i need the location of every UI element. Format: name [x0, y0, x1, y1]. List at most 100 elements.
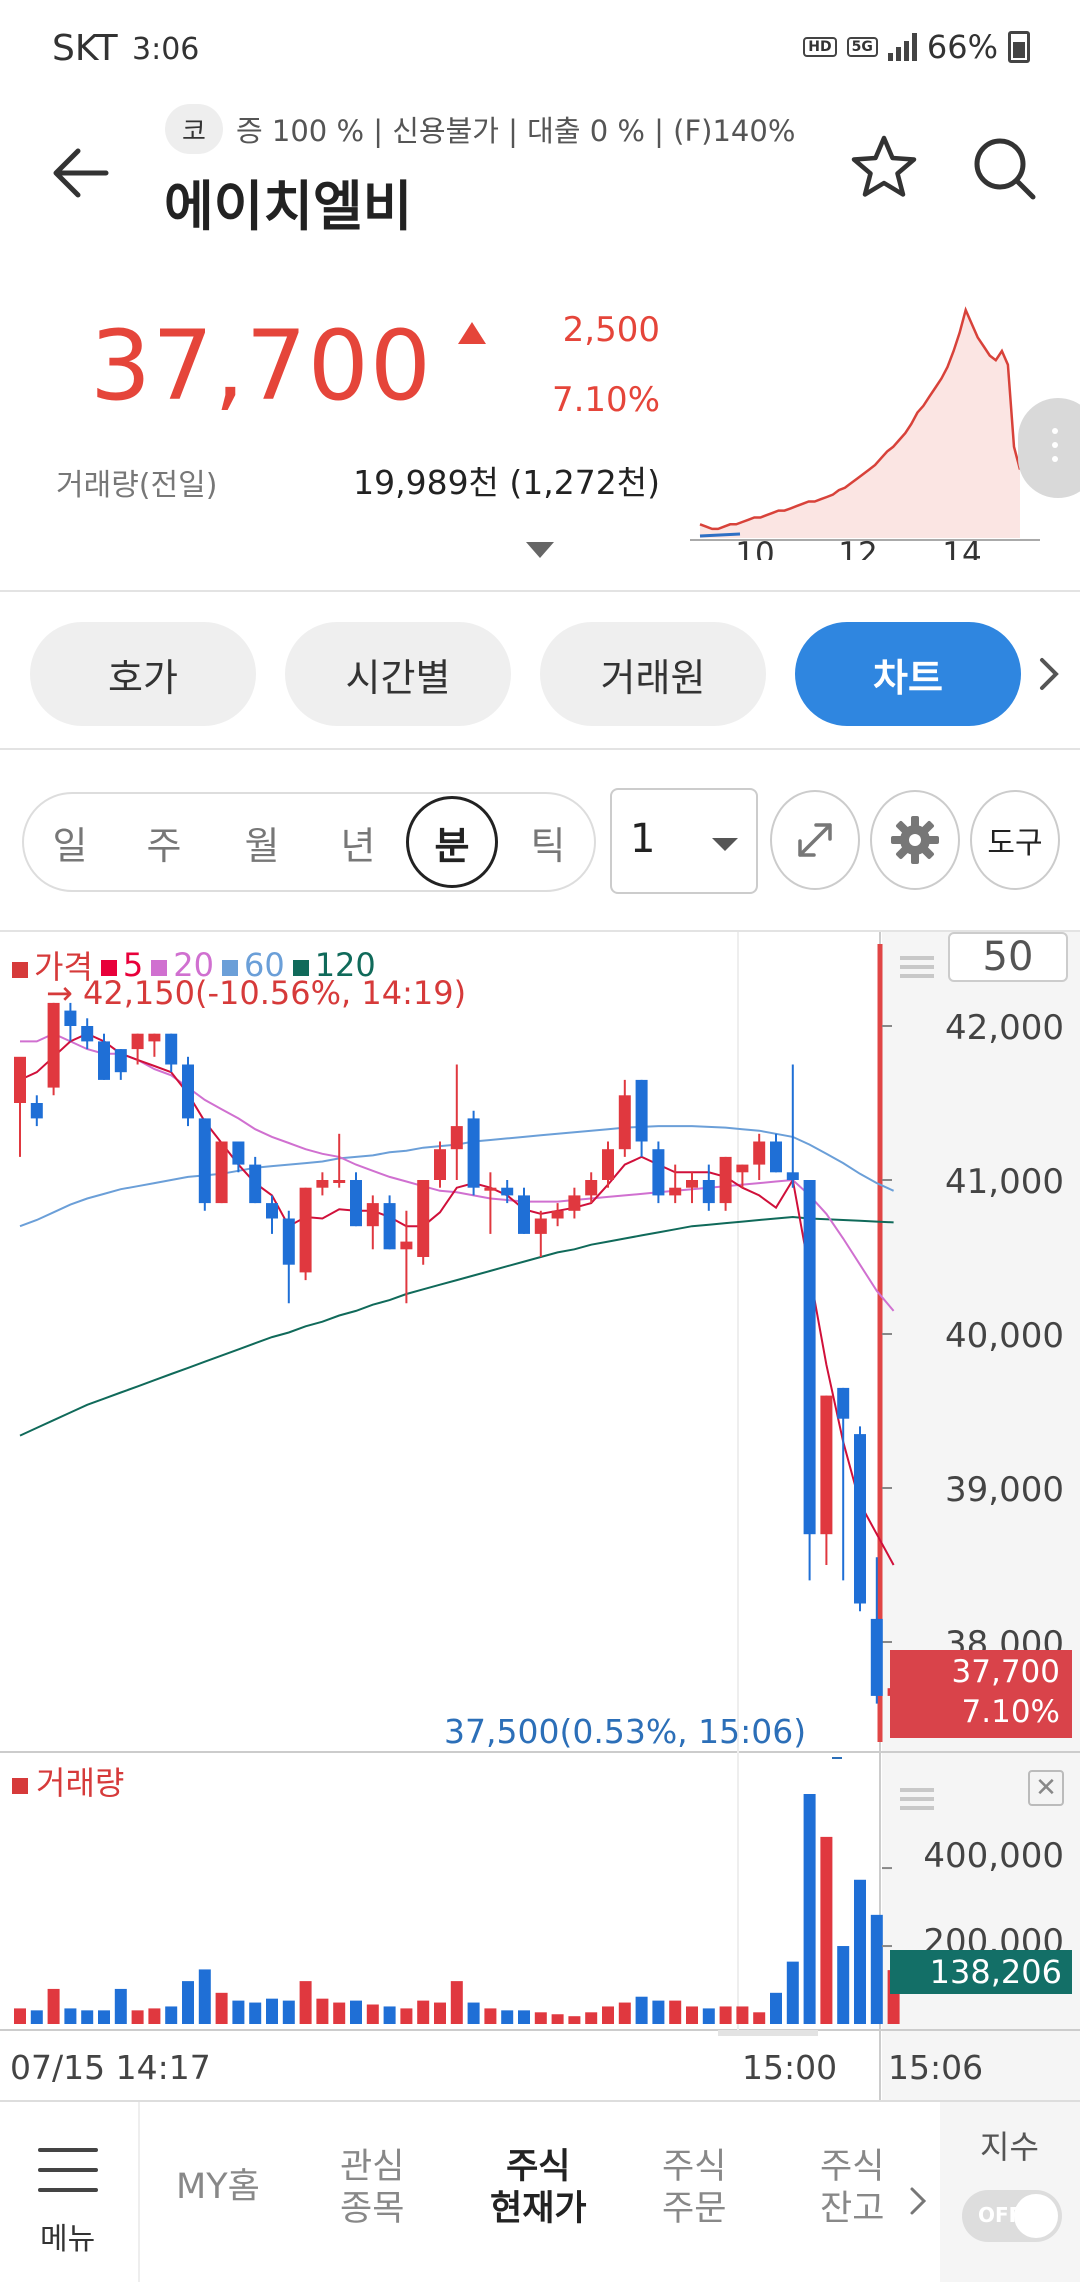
- star-icon[interactable]: [848, 132, 920, 204]
- chevron-right-icon[interactable]: [1034, 654, 1064, 694]
- candle-body: [753, 1141, 766, 1165]
- candle-body: [30, 1103, 43, 1119]
- candle-body: [870, 1618, 883, 1696]
- search-icon[interactable]: [968, 132, 1040, 204]
- candlestick-chart[interactable]: 가격 5 20 60 120 → 42,150(-10.56%, 14:19) …: [0, 932, 1080, 2100]
- candle-body: [820, 1395, 833, 1535]
- candle-body: [551, 1210, 564, 1219]
- sparkline-x-label: 12: [838, 536, 877, 560]
- candle-body: [333, 1180, 346, 1183]
- volume-bar: [719, 2006, 732, 2024]
- volume-bar: [14, 2008, 26, 2024]
- price-sparkline[interactable]: 10 12 14: [690, 300, 1040, 560]
- volume-bar: [282, 2000, 295, 2024]
- menu-label[interactable]: 메뉴: [40, 2214, 95, 2258]
- volume-bar: [450, 1981, 463, 2024]
- low-price-note: 37,500(0.53%, 15:06): [444, 1712, 807, 1751]
- volume-bar: [165, 2006, 178, 2024]
- nav-watchlist[interactable]: 관심 종목: [340, 2146, 404, 2230]
- candle-body: [518, 1195, 530, 1234]
- period-minute[interactable]: 분: [406, 796, 498, 888]
- tab-orderbook[interactable]: 호가: [30, 622, 256, 726]
- sparkline-x-label: 10: [735, 536, 774, 560]
- hd-voice-icon: HD: [803, 37, 837, 57]
- candle-body: [719, 1156, 732, 1204]
- candle-body: [585, 1180, 598, 1196]
- tools-button[interactable]: 도구: [970, 790, 1060, 890]
- index-toggle[interactable]: OFF: [962, 2190, 1062, 2242]
- interval-dropdown[interactable]: 1: [610, 788, 758, 894]
- toggle-knob: [1014, 2194, 1058, 2238]
- volume-legend[interactable]: 거래량: [12, 1758, 124, 1804]
- volume-bar: [602, 2006, 614, 2024]
- volume-bar: [635, 1996, 648, 2024]
- x-label-mid: 15:00: [742, 2048, 838, 2087]
- period-week[interactable]: 주: [118, 796, 210, 888]
- back-arrow-icon[interactable]: [48, 138, 118, 208]
- y-tick-label: 39,000: [945, 1470, 1064, 1510]
- chevron-right-icon[interactable]: [906, 2184, 930, 2218]
- battery-icon: [1008, 31, 1030, 63]
- period-month[interactable]: 월: [216, 796, 308, 888]
- stock-margin-info: 증 100 % | 신용불가 | 대출 0 % | (F)140%: [236, 114, 796, 148]
- candle-body: [534, 1218, 547, 1234]
- volume-bar: [484, 2008, 497, 2024]
- candle-body: [568, 1195, 581, 1211]
- candle-body: [450, 1126, 463, 1150]
- y-tick-label: 42,000: [945, 1008, 1064, 1048]
- volume-bar: [198, 1969, 211, 2024]
- sparkline-prev-segment: [699, 532, 741, 538]
- candle-body: [686, 1180, 698, 1188]
- period-tick[interactable]: 틱: [502, 796, 594, 888]
- expand-caret-icon[interactable]: [526, 542, 554, 558]
- nav-my-home[interactable]: MY홈: [176, 2166, 260, 2208]
- sparkline-x-label: 14: [942, 536, 981, 560]
- volume-bar: [870, 1914, 883, 2024]
- candle-body: [14, 1056, 26, 1103]
- volume-bar: [770, 1992, 782, 2024]
- volume-bar: [786, 1961, 799, 2024]
- index-label: 지수: [980, 2128, 1039, 2166]
- x-label-start: 07/15 14:17: [10, 2048, 211, 2087]
- candle-body: [165, 1033, 178, 1065]
- volume-bar: [417, 2000, 430, 2024]
- volume-bar: [131, 2010, 144, 2024]
- tools-label: 도구: [987, 826, 1043, 861]
- nav-current-price[interactable]: 주식 현재가: [490, 2146, 587, 2230]
- nav-balance[interactable]: 주식 잔고: [820, 2146, 884, 2230]
- candle-body: [383, 1203, 396, 1250]
- zoom-count[interactable]: 50: [948, 932, 1068, 982]
- period-day[interactable]: 일: [24, 796, 116, 888]
- y-tick-label: 41,000: [945, 1162, 1064, 1202]
- volume-bar: [618, 2002, 631, 2024]
- status-icons: HD 5G 66%: [803, 28, 1030, 66]
- interval-value: 1: [630, 816, 656, 862]
- candle-body: [501, 1187, 514, 1196]
- candle-body: [215, 1141, 228, 1204]
- candle-body: [467, 1118, 480, 1188]
- tab-by-time[interactable]: 시간별: [285, 622, 511, 726]
- tab-chart[interactable]: 차트: [795, 622, 1021, 726]
- nav-order[interactable]: 주식 주문: [662, 2146, 726, 2230]
- current-price-tag: 37,700 7.10%: [890, 1650, 1072, 1738]
- period-year[interactable]: 년: [312, 796, 404, 888]
- settings-button[interactable]: [870, 790, 960, 890]
- fullscreen-button[interactable]: [770, 790, 860, 890]
- chart-canvas[interactable]: [0, 932, 1080, 2100]
- volume-bar: [350, 2000, 362, 2024]
- hamburger-menu-icon[interactable]: [38, 2144, 98, 2196]
- volume-bar: [148, 2008, 161, 2024]
- candle-body: [702, 1180, 715, 1204]
- volume-bar: [534, 2012, 547, 2024]
- candle-body: [837, 1387, 850, 1419]
- x-label-end: 15:06: [888, 2048, 984, 2087]
- network-5g-icon: 5G: [846, 37, 878, 57]
- side-menu-handle[interactable]: [1018, 398, 1080, 498]
- close-volume-pane-icon[interactable]: ✕: [1028, 1770, 1064, 1806]
- tab-broker[interactable]: 거래원: [540, 622, 766, 726]
- carrier-label: SKT: [52, 28, 118, 69]
- stock-name[interactable]: 에이치엘비: [164, 162, 412, 241]
- volume-bar: [434, 2002, 446, 2024]
- signal-icon: [887, 33, 917, 61]
- candle-body: [47, 1002, 60, 1088]
